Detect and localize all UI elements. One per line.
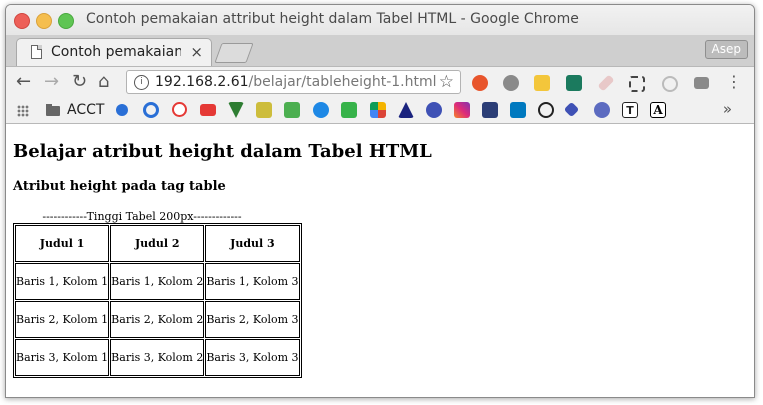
bookmark-g-icon[interactable] (256, 102, 272, 118)
profile-button[interactable]: Asep (704, 40, 748, 59)
title-bar: Contoh pemakaian attribut height dalam T… (6, 5, 754, 35)
table-header-cell: Judul 1 (15, 225, 110, 262)
apps-grid-icon[interactable] (17, 105, 29, 117)
table-cell: Baris 3, Kolom 2 (110, 339, 205, 376)
table-cell: Baris 3, Kolom 1 (15, 339, 110, 376)
extension-check-icon[interactable] (566, 75, 582, 91)
bookmark-w3-icon[interactable] (284, 102, 300, 118)
new-tab-button[interactable] (214, 43, 254, 63)
tab-close-icon[interactable]: × (190, 43, 203, 61)
bookmark-colorful-icon[interactable] (370, 102, 386, 118)
table-header-cell: Judul 2 (110, 225, 205, 262)
bookmark-power-icon[interactable] (313, 102, 329, 118)
extension-ublock-icon[interactable] (472, 75, 488, 91)
bookmark-ring-icon[interactable] (143, 102, 159, 118)
home-icon[interactable]: ⌂ (98, 72, 109, 92)
page-heading: Belajar atribut height dalam Tabel HTML (13, 141, 432, 162)
extension-circle-icon[interactable] (662, 76, 678, 92)
table-cell: Baris 1, Kolom 3 (205, 263, 300, 300)
bookmark-a-icon[interactable] (398, 102, 414, 118)
table-caption: ------------Tinggi Tabel 200px----------… (42, 210, 242, 223)
extension-eraser-icon[interactable] (597, 74, 615, 92)
table-cell: Baris 2, Kolom 3 (205, 301, 300, 338)
bookmark-star-icon[interactable]: ☆ (439, 72, 454, 92)
table-row: Baris 3, Kolom 1 Baris 3, Kolom 2 Baris … (15, 339, 300, 376)
reload-icon[interactable]: ↻ (72, 72, 87, 92)
page-icon (31, 45, 42, 59)
url-path: /belajar/tableheight-1.html (248, 74, 437, 90)
bookmark-youtube-icon[interactable] (200, 104, 216, 116)
forward-arrow-icon[interactable]: → (44, 72, 59, 92)
bookmark-record-icon[interactable] (538, 102, 554, 118)
bookmark-triangle-icon[interactable] (228, 102, 244, 118)
bookmark-trello-icon[interactable] (510, 102, 526, 118)
table-cell: Baris 2, Kolom 1 (15, 301, 110, 338)
table-row: Baris 1, Kolom 1 Baris 1, Kolom 2 Baris … (15, 263, 300, 300)
table-header-cell: Judul 3 (205, 225, 300, 262)
bookmark-folder-acct[interactable]: ACCT (67, 102, 104, 118)
bookmarks-bar: ACCT T A » (6, 97, 754, 124)
table-cell: Baris 2, Kolom 2 (110, 301, 205, 338)
minimize-window-button[interactable] (36, 13, 52, 29)
bookmark-upwork-icon[interactable] (341, 102, 357, 118)
bookmark-diamond-icon[interactable] (563, 101, 580, 118)
tab-active[interactable]: Contoh pemakaian × (16, 38, 212, 66)
bookmark-chrome-icon[interactable] (172, 102, 187, 117)
extension-m-icon[interactable] (534, 75, 550, 91)
url-host: 192.168.2.61 (155, 74, 249, 90)
maximize-window-button[interactable] (58, 13, 74, 29)
page-content: Belajar atribut height dalam Tabel HTML … (6, 124, 754, 397)
extension-camera-icon[interactable] (694, 77, 709, 89)
folder-icon[interactable] (46, 104, 60, 116)
page-subheading: Atribut height pada tag table (13, 179, 226, 194)
url-text[interactable]: 192.168.2.61/belajar/tableheight-1.html (155, 74, 437, 90)
table-cell: Baris 1, Kolom 1 (15, 263, 110, 300)
browser-window: Contoh pemakaian attribut height dalam T… (5, 4, 755, 398)
demo-table: Judul 1 Judul 2 Judul 3 Baris 1, Kolom 1… (13, 223, 302, 378)
bookmark-badge-icon[interactable] (594, 102, 610, 118)
extension-crop-icon[interactable] (629, 76, 645, 92)
table-cell: Baris 3, Kolom 3 (205, 339, 300, 376)
table-cell: Baris 1, Kolom 2 (110, 263, 205, 300)
tab-title: Contoh pemakaian (51, 44, 181, 60)
bookmark-dark-icon[interactable] (482, 102, 498, 118)
close-window-button[interactable] (14, 13, 30, 29)
toolbar: ← → ↻ ⌂ i 192.168.2.61/belajar/tableheig… (6, 67, 754, 97)
tab-strip: Contoh pemakaian × Asep (6, 35, 754, 67)
table-row: Baris 2, Kolom 1 Baris 2, Kolom 2 Baris … (15, 301, 300, 338)
extension-grey-icon[interactable] (503, 75, 519, 91)
window-title: Contoh pemakaian attribut height dalam T… (86, 11, 579, 27)
menu-dots-icon[interactable]: ⋮ (726, 73, 742, 91)
info-icon[interactable]: i (134, 75, 149, 90)
bookmarks-overflow-button[interactable]: » (723, 100, 732, 118)
bookmark-t-icon[interactable]: T (622, 102, 638, 118)
bookmark-instagram-icon[interactable] (454, 102, 470, 118)
bookmark-a-serif-icon[interactable]: A (650, 102, 666, 118)
bookmark-globe-icon[interactable] (426, 102, 442, 118)
table-header-row: Judul 1 Judul 2 Judul 3 (15, 225, 300, 262)
back-arrow-icon[interactable]: ← (16, 72, 31, 92)
address-bar[interactable]: i 192.168.2.61/belajar/tableheight-1.htm… (126, 70, 461, 94)
bookmark-snowflake-icon[interactable] (116, 104, 128, 116)
